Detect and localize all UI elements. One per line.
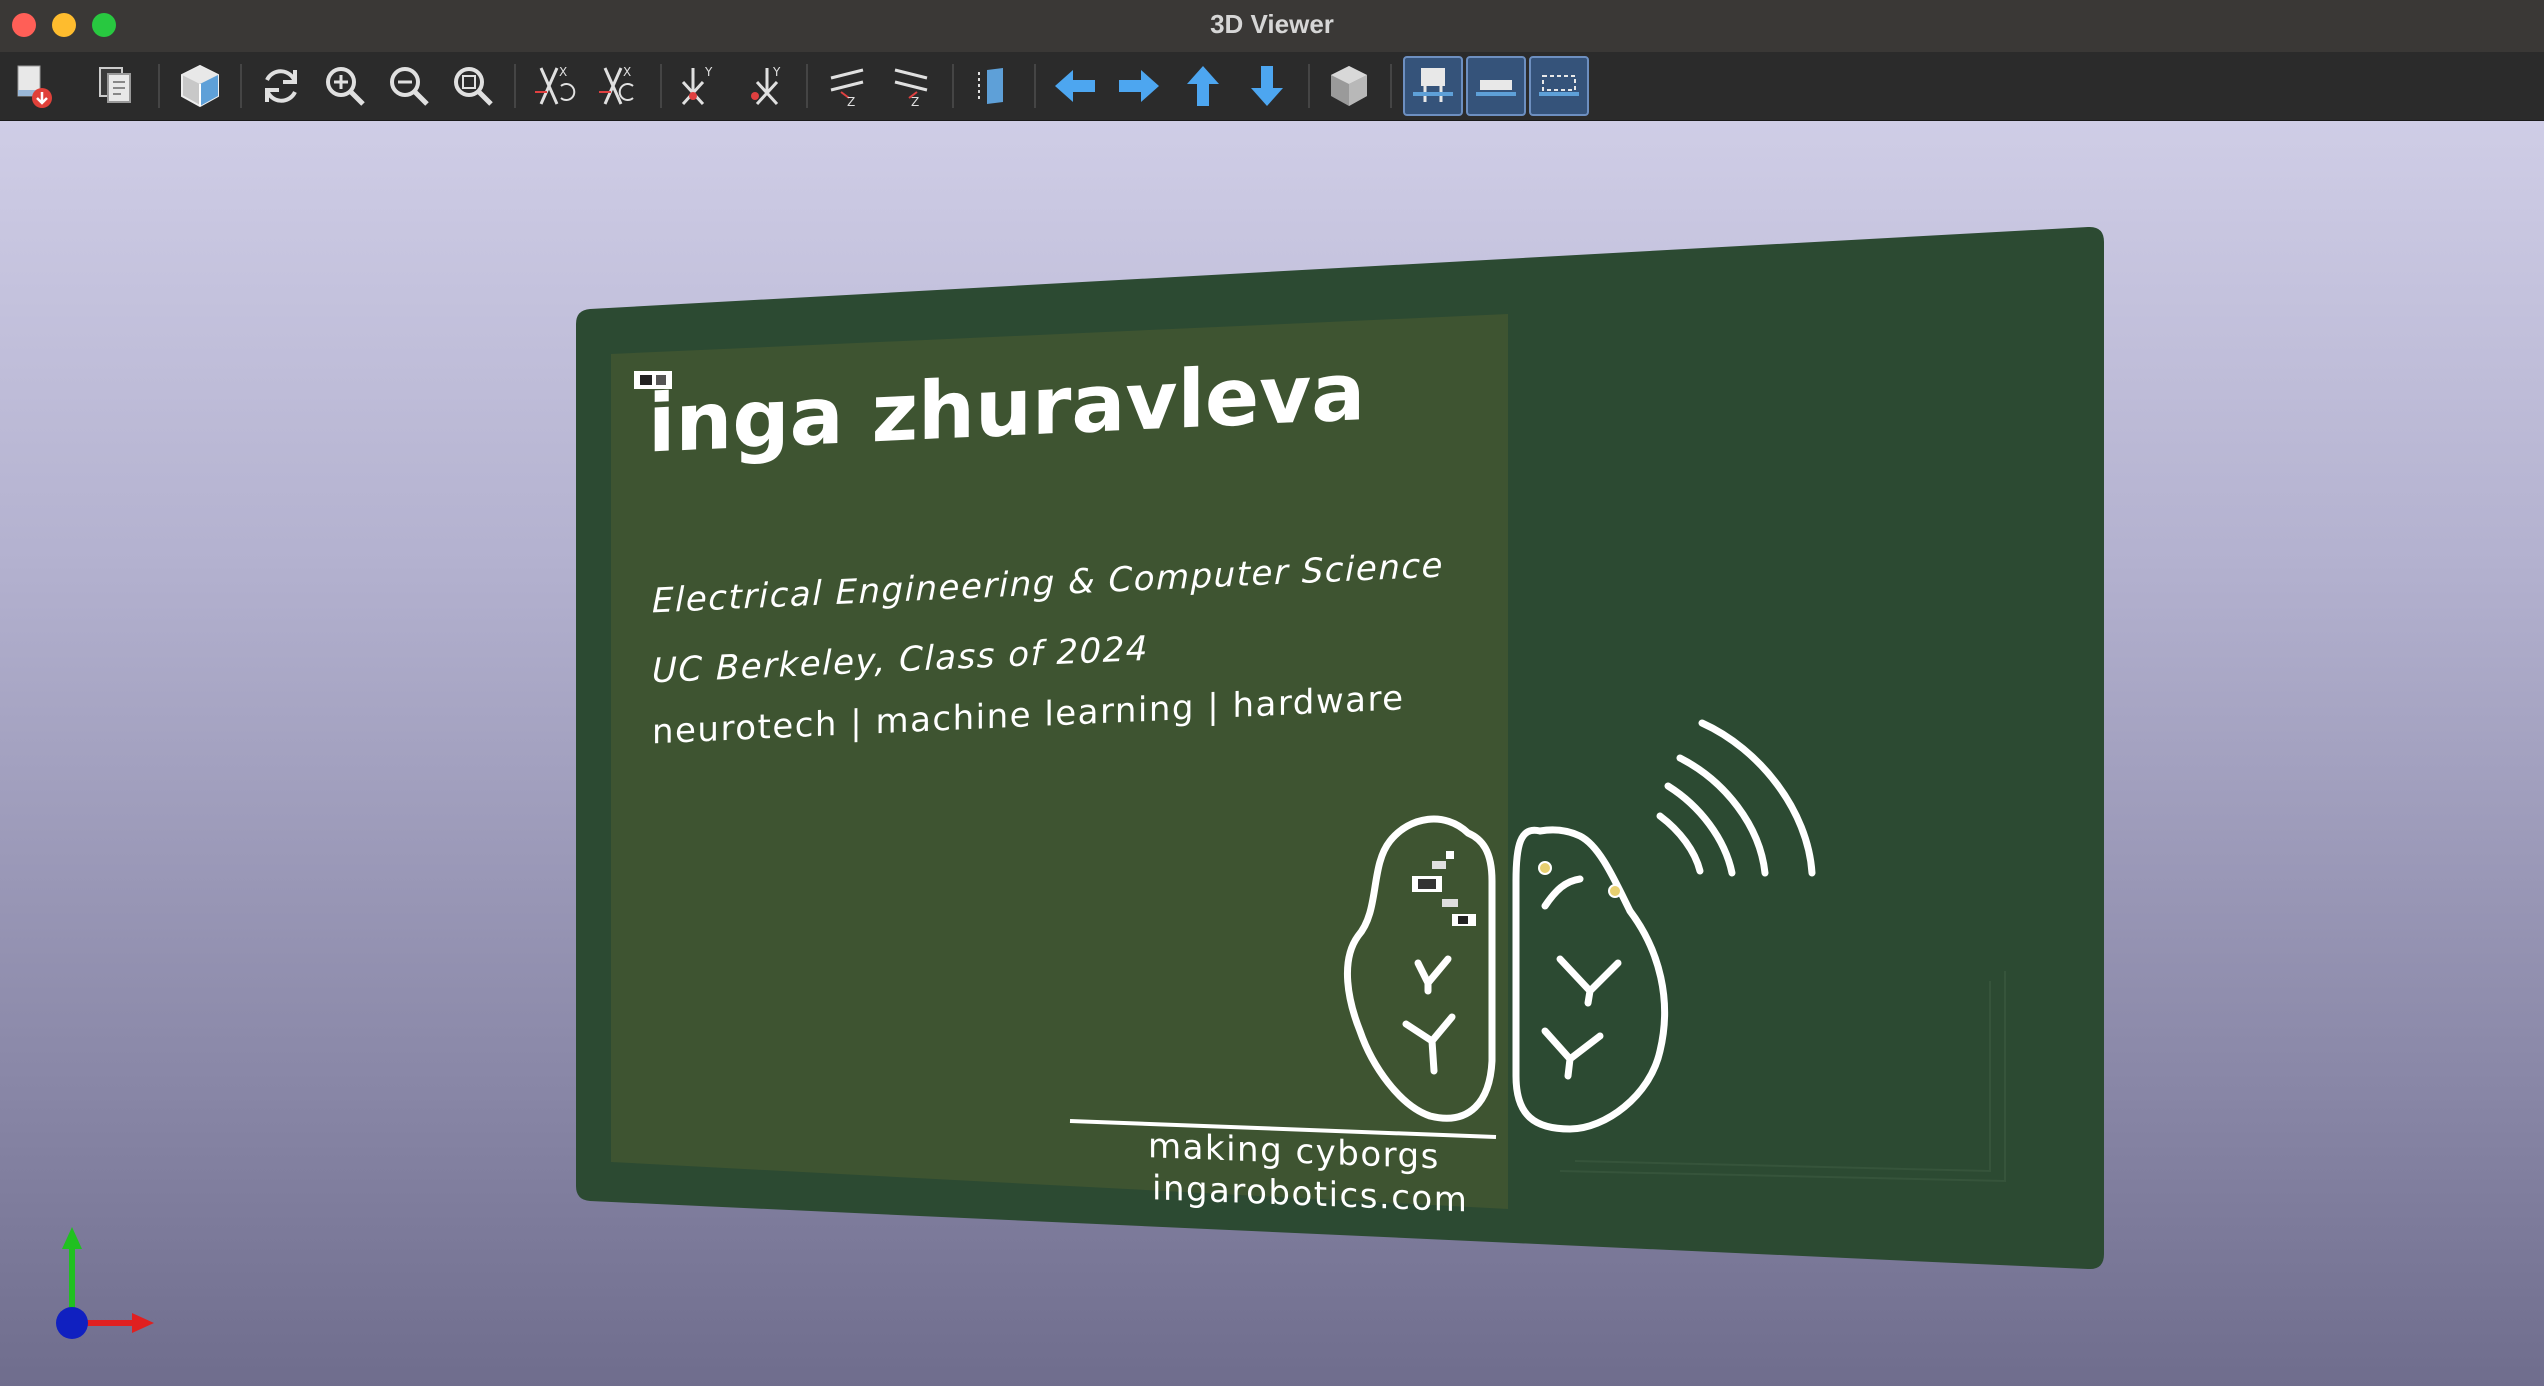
- toolbar-separator: [1308, 64, 1310, 108]
- rotate-z-ccw-button[interactable]: Z: [883, 58, 939, 114]
- rotate-z-cw-button[interactable]: Z: [819, 58, 875, 114]
- orthographic-button[interactable]: [1321, 58, 1377, 114]
- move-up-button[interactable]: [1175, 58, 1231, 114]
- cube-icon: [1331, 66, 1367, 106]
- 3d-viewport[interactable]: inga zhuravleva Electrical Engineering &…: [0, 121, 2544, 1386]
- show-tht-button[interactable]: [1403, 56, 1463, 116]
- toolbar-separator: [240, 64, 242, 108]
- toolbar-separator: [1390, 64, 1392, 108]
- svg-text:Z: Z: [847, 95, 855, 109]
- rotate-y-cw-button[interactable]: Y: [673, 58, 729, 114]
- svg-text:Y: Y: [772, 65, 781, 79]
- export-icon: [17, 65, 52, 108]
- zoom-out-button[interactable]: [381, 58, 437, 114]
- reload-button[interactable]: [253, 58, 309, 114]
- zoom-in-icon: [326, 67, 365, 106]
- rotate-y-ccw-icon: Y: [751, 65, 781, 106]
- render-options-button[interactable]: [172, 58, 228, 114]
- window-title: 3D Viewer: [1210, 9, 1334, 39]
- copy-button[interactable]: [88, 58, 144, 114]
- toolbar-separator: [158, 64, 160, 108]
- svg-text:Y: Y: [704, 65, 713, 79]
- zoom-out-icon: [390, 67, 429, 106]
- smd-component-small: [634, 371, 672, 389]
- svg-text:Z: Z: [911, 95, 919, 109]
- toolbar-separator: [806, 64, 808, 108]
- arrow-up-icon: [1187, 66, 1219, 106]
- copy-icon: [99, 67, 131, 103]
- virtual-component-icon: [1539, 75, 1579, 96]
- rotate-x-cw-icon: X: [535, 65, 576, 105]
- flip-board-icon: [978, 68, 1003, 104]
- rotate-z-ccw-icon: Z: [894, 68, 928, 109]
- rotate-y-cw-icon: Y: [681, 65, 713, 106]
- toolbar-separator: [514, 64, 516, 108]
- toolbar-separator: [952, 64, 954, 108]
- toolbar-separator: [1034, 64, 1036, 108]
- reload-icon: [265, 69, 297, 103]
- toolbar-separator: [660, 64, 662, 108]
- arrow-down-icon: [1251, 66, 1283, 106]
- flip-board-button[interactable]: [965, 58, 1021, 114]
- rotate-x-ccw-icon: X: [599, 65, 634, 105]
- pcb-scene: inga zhuravleva Electrical Engineering &…: [576, 226, 2104, 1270]
- rotate-y-ccw-button[interactable]: Y: [737, 58, 793, 114]
- title-bar: 3D Viewer: [0, 0, 2544, 53]
- raytrace-cube-icon: [181, 64, 219, 108]
- arrow-left-icon: [1055, 70, 1095, 102]
- smd-component-icon: [1476, 80, 1516, 96]
- move-down-button[interactable]: [1239, 58, 1295, 114]
- move-left-button[interactable]: [1047, 58, 1103, 114]
- zoom-fit-icon: [454, 67, 493, 106]
- export-button[interactable]: [8, 58, 64, 114]
- svg-text:X: X: [623, 65, 631, 79]
- axis-gizmo: [56, 1227, 154, 1339]
- arrow-right-icon: [1119, 70, 1159, 102]
- rotate-z-cw-icon: Z: [830, 68, 864, 109]
- zoom-fit-button[interactable]: [445, 58, 501, 114]
- svg-text:X: X: [559, 65, 567, 79]
- rotate-x-ccw-button[interactable]: X: [591, 58, 647, 114]
- zoom-in-button[interactable]: [317, 58, 373, 114]
- move-right-button[interactable]: [1111, 58, 1167, 114]
- show-virtual-button[interactable]: [1529, 56, 1589, 116]
- rotate-x-cw-button[interactable]: X: [527, 58, 583, 114]
- show-smd-button[interactable]: [1466, 56, 1526, 116]
- tht-component-icon: [1413, 68, 1453, 102]
- toolbar: X X Y Y Z Z: [0, 52, 2544, 121]
